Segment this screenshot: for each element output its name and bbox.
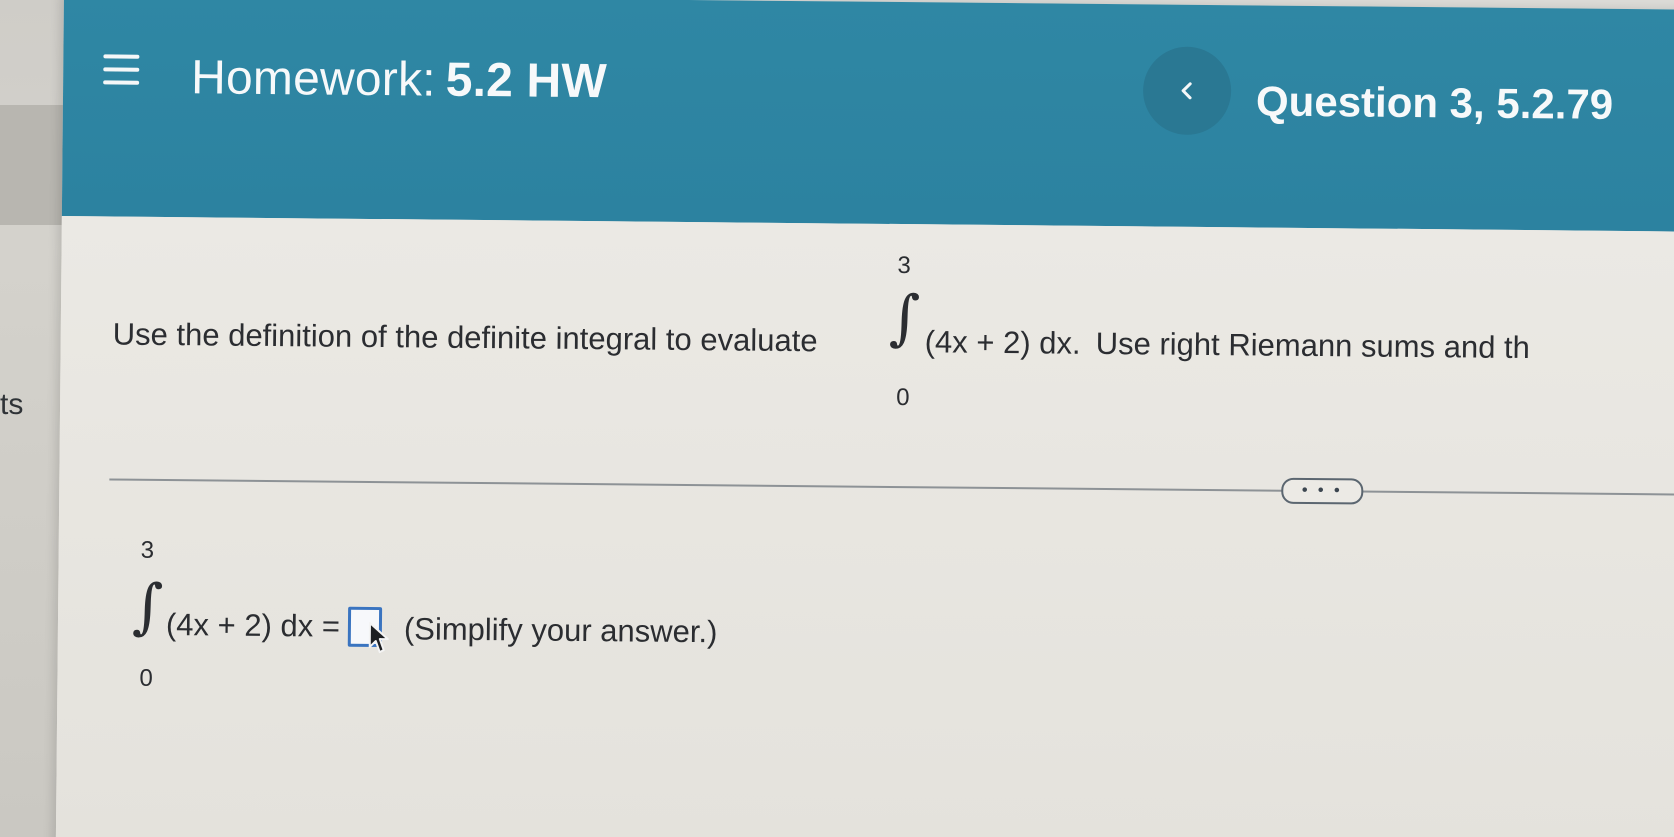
homework-title: Homework: 5.2 HW [191,50,607,109]
chevron-left-icon [1181,82,1192,100]
homework-page: Homework: 5.2 HW Question 3, 5.2.79 Use t… [55,0,1674,837]
integral-sign-icon: ∫ [888,282,921,354]
homework-title-name: 5.2 HW [445,53,608,109]
header-bar: Homework: 5.2 HW Question 3, 5.2.79 [61,0,1674,232]
integral-lower-limit: 0 [896,384,910,412]
mouse-pointer-icon [368,621,389,654]
integral-sign-icon: ∫ [131,571,164,642]
question-lead-text: Use the definition of the definite integ… [112,316,818,359]
question-label: Question 3, 5.2.79 [1255,77,1614,128]
background-window-label: ts [0,388,24,421]
previous-question-button[interactable] [1142,46,1232,136]
section-divider [109,478,1674,496]
integral-lower-limit: 0 [139,664,153,692]
integral-upper-limit: 3 [140,536,155,564]
question-tail-text: Use right Riemann sums and th [1095,325,1531,366]
screen-photo: ts Homework: 5.2 HW Question 3, 5.2.79 Us… [0,0,1674,837]
integral-upper-limit: 3 [897,252,911,280]
answer-integrand: (4x + 2) dx = [165,607,341,644]
homework-title-prefix: Homework: [190,51,436,107]
hamburger-menu-icon[interactable] [103,54,140,90]
question-integrand: (4x + 2) dx. [924,324,1081,361]
simplify-hint: (Simplify your answer.) [403,611,718,650]
expand-more-button[interactable]: • • • [1281,477,1364,505]
question-content: Use the definition of the definite integ… [55,215,1674,837]
